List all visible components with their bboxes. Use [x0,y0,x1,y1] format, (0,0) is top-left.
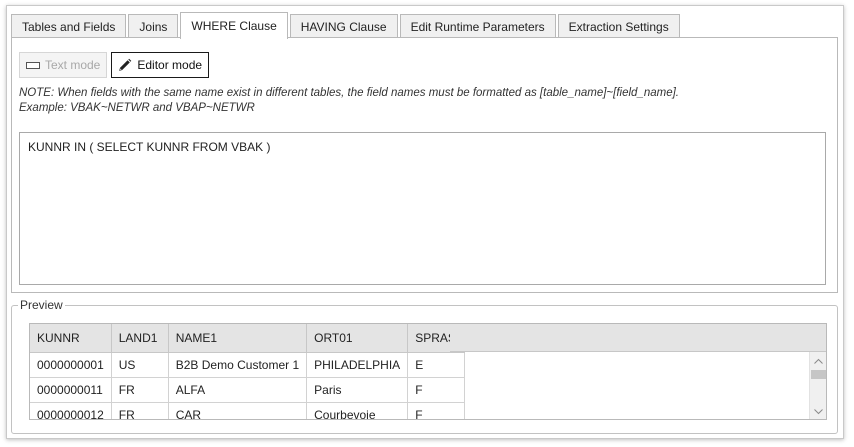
tab-extraction-settings[interactable]: Extraction Settings [557,14,680,38]
cell-spras: F [407,377,466,403]
cell-land1: US [111,352,169,378]
chevron-down-icon[interactable] [810,405,826,419]
table-row[interactable]: 0000000001 US B2B Demo Customer 1 PHILAD… [30,352,466,378]
rectangle-icon [26,61,40,69]
query-window: Tables and Fields Joins WHERE Clause HAV… [6,5,844,439]
pencil-icon [118,58,132,72]
preview-table: KUNNR LAND1 NAME1 ORT01 SPRAS 0000000001… [30,324,466,419]
cell-kunnr: 0000000011 [30,377,112,403]
cell-name1: B2B Demo Customer 1 [168,352,308,378]
preview-group: Preview KUNNR LAND1 NAME1 ORT01 SPRAS 00… [11,298,838,434]
text-mode-button[interactable]: Text mode [19,52,108,78]
cell-ort01: Paris [306,377,409,403]
cell-land1: FR [111,402,169,419]
cell-land1: FR [111,377,169,403]
cell-kunnr: 0000000012 [30,402,112,419]
table-header-row: KUNNR LAND1 NAME1 ORT01 SPRAS [30,324,466,353]
tab-tables-and-fields[interactable]: Tables and Fields [11,14,127,38]
preview-label: Preview [18,298,65,312]
cell-ort01: PHILADELPHIA [306,352,409,378]
table-row[interactable]: 0000000012 FR CAR Courbevoie F [30,402,466,419]
note-line-1: NOTE: When fields with the same name exi… [19,87,679,99]
field-format-note: NOTE: When fields with the same name exi… [19,86,829,116]
cell-name1: CAR [168,402,308,419]
scrollbar-thumb[interactable] [811,370,826,379]
preview-grid[interactable]: KUNNR LAND1 NAME1 ORT01 SPRAS 0000000001… [29,323,827,420]
tab-where-clause[interactable]: WHERE Clause [180,12,288,39]
editor-mode-label: Editor mode [137,58,203,72]
grid-header-filler [450,324,826,352]
tab-bar: Tables and Fields Joins WHERE Clause HAV… [11,12,682,39]
cell-spras: E [407,352,466,378]
tab-having-clause[interactable]: HAVING Clause [289,14,398,38]
tab-joins[interactable]: Joins [128,14,179,38]
note-line-2: Example: VBAK~NETWR and VBAP~NETWR [19,102,255,114]
column-header-ort01[interactable]: ORT01 [306,324,409,353]
editor-mode-button[interactable]: Editor mode [111,52,210,78]
column-header-land1[interactable]: LAND1 [111,324,169,353]
cell-kunnr: 0000000001 [30,352,112,378]
column-header-name1[interactable]: NAME1 [168,324,308,353]
tab-edit-runtime-parameters[interactable]: Edit Runtime Parameters [399,14,556,38]
text-mode-label: Text mode [45,58,101,72]
where-clause-text: KUNNR IN ( SELECT KUNNR FROM VBAK ) [28,140,271,154]
mode-toggle-group: Text mode Editor mode [19,52,210,78]
chevron-up-icon[interactable] [810,354,826,368]
column-header-kunnr[interactable]: KUNNR [30,324,112,353]
vertical-scrollbar[interactable] [809,352,826,419]
cell-spras: F [407,402,466,419]
where-clause-editor[interactable]: KUNNR IN ( SELECT KUNNR FROM VBAK ) [19,132,826,285]
cell-name1: ALFA [168,377,308,403]
where-clause-panel: Text mode Editor mode NOTE: When fields … [11,37,838,293]
cell-ort01: Courbevoie [306,402,409,419]
table-row[interactable]: 0000000011 FR ALFA Paris F [30,377,466,403]
